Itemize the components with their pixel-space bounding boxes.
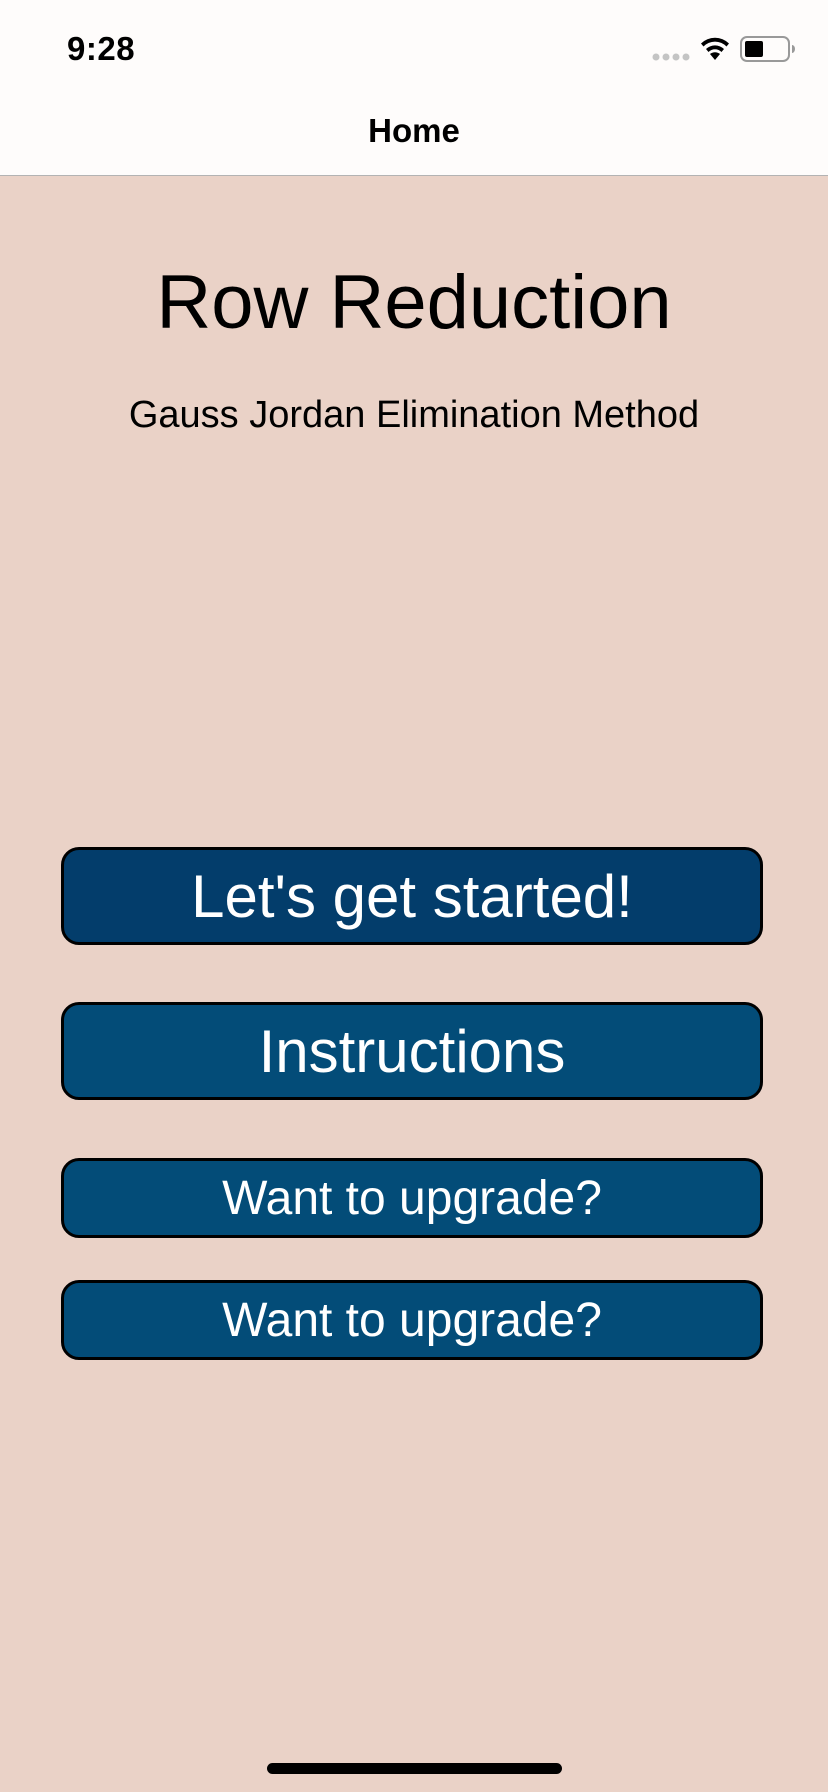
wifi-icon bbox=[701, 37, 729, 60]
page-subtitle: Gauss Jordan Elimination Method bbox=[128, 394, 700, 436]
battery-icon bbox=[740, 36, 795, 62]
status-time: 9:28 bbox=[67, 30, 136, 67]
page-title: Row Reduction bbox=[156, 260, 672, 345]
cellular-signal-icon bbox=[652, 53, 690, 61]
upgrade-button[interactable]: Want to upgrade? bbox=[61, 1158, 763, 1238]
instructions-button[interactable]: Instructions bbox=[61, 1002, 763, 1100]
upgrade-button-secondary[interactable]: Want to upgrade? bbox=[61, 1280, 763, 1360]
nav-title: Home bbox=[368, 112, 460, 149]
navigation-bar: Home bbox=[0, 92, 828, 176]
status-bar: 9:28 bbox=[0, 0, 828, 92]
get-started-button[interactable]: Let's get started! bbox=[61, 847, 763, 945]
home-indicator[interactable] bbox=[267, 1763, 562, 1774]
